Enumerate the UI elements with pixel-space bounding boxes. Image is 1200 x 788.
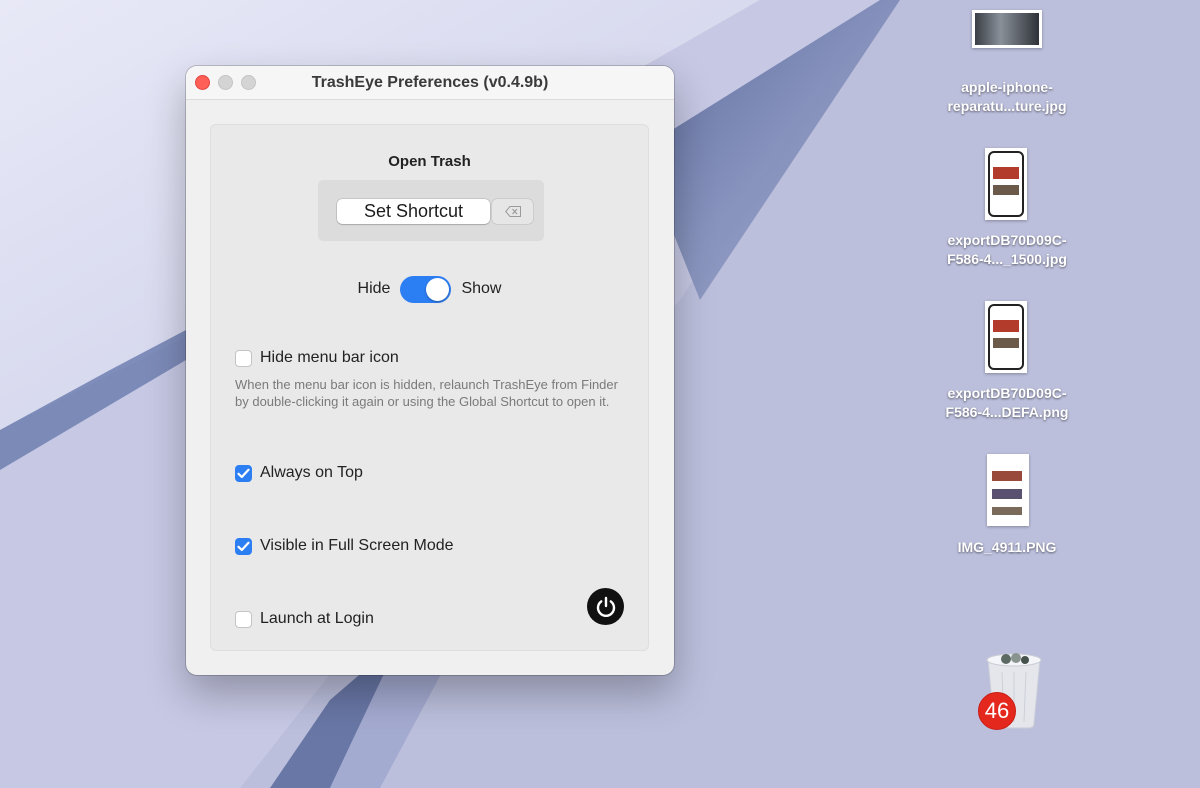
close-window-button[interactable] xyxy=(195,75,210,90)
visible-full-screen-label: Visible in Full Screen Mode xyxy=(260,537,454,554)
file-name-line1: exportDB70D09C- xyxy=(947,385,1067,401)
window-controls xyxy=(195,75,256,90)
minimize-window-button[interactable] xyxy=(218,75,233,90)
zoom-window-button[interactable] xyxy=(241,75,256,90)
title-bar[interactable]: TrashEye Preferences (v0.4.9b) xyxy=(186,66,674,100)
hide-menu-bar-note: When the menu bar icon is hidden, relaun… xyxy=(235,377,618,409)
image-thumbnail-icon xyxy=(985,148,1027,220)
launch-at-login-label: Launch at Login xyxy=(260,610,374,627)
file-name-line1: apple-iphone- xyxy=(961,79,1053,95)
checkmark-icon xyxy=(237,541,250,551)
image-thumbnail-icon xyxy=(987,454,1029,526)
quit-button[interactable] xyxy=(587,588,624,625)
visibility-toggle-row: Hide Show xyxy=(211,275,648,303)
hide-menu-bar-icon-checkbox[interactable] xyxy=(235,349,252,367)
visible-full-screen-checkbox[interactable] xyxy=(235,537,252,555)
hide-show-toggle[interactable] xyxy=(400,275,452,303)
always-on-top-label: Always on Top xyxy=(260,464,363,481)
launch-at-login-checkbox[interactable] xyxy=(235,610,252,628)
file-name-line2: reparatu...ture.jpg xyxy=(947,98,1067,114)
shortcut-recorder: Set Shortcut xyxy=(318,180,544,241)
set-shortcut-button[interactable]: Set Shortcut xyxy=(337,199,490,224)
preferences-window: TrashEye Preferences (v0.4.9b) Open Tras… xyxy=(186,66,674,675)
trash-can[interactable]: 46 xyxy=(978,650,1050,730)
always-on-top-option[interactable]: Always on Top xyxy=(235,464,363,482)
hide-label: Hide xyxy=(357,280,391,297)
toggle-knob xyxy=(426,277,450,301)
always-on-top-checkbox[interactable] xyxy=(235,464,252,482)
open-trash-heading: Open Trash xyxy=(388,153,471,170)
file-name-line2: F586-4..._1500.jpg xyxy=(947,251,1067,267)
clear-shortcut-button[interactable] xyxy=(492,199,533,224)
hide-menu-bar-icon-option[interactable]: Hide menu bar icon xyxy=(235,349,399,367)
show-label: Show xyxy=(461,280,502,297)
image-thumbnail-icon xyxy=(985,301,1027,373)
file-name-line1: exportDB70D09C- xyxy=(947,232,1067,248)
visible-full-screen-option[interactable]: Visible in Full Screen Mode xyxy=(235,537,454,555)
file-name-line1: IMG_4911.PNG xyxy=(957,539,1057,555)
power-icon xyxy=(596,596,615,617)
hide-menu-bar-icon-label: Hide menu bar icon xyxy=(260,349,399,366)
trash-count-badge: 46 xyxy=(978,692,1016,730)
settings-panel: Open Trash Set Shortcut Hide Show Hide m… xyxy=(210,124,649,651)
checkmark-icon xyxy=(237,468,250,478)
image-thumbnail-icon xyxy=(972,10,1042,48)
file-name-line2: F586-4...DEFA.png xyxy=(945,404,1069,420)
window-title: TrashEye Preferences (v0.4.9b) xyxy=(311,73,549,91)
launch-at-login-option[interactable]: Launch at Login xyxy=(235,610,374,628)
delete-icon xyxy=(504,206,521,217)
